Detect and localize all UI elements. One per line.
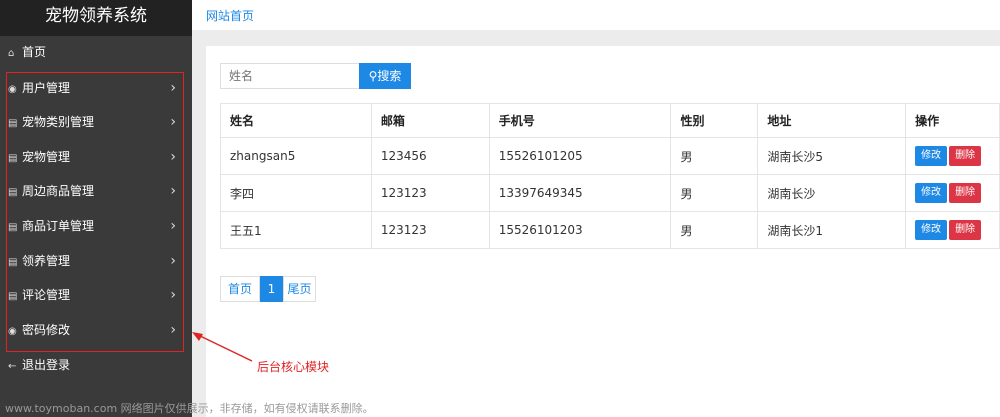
cell-address: 湖南长沙1 xyxy=(757,211,907,249)
search-button[interactable]: ⚲搜索 xyxy=(359,63,411,89)
breadcrumb-home-link[interactable]: 网站首页 xyxy=(206,7,254,24)
content-top-band xyxy=(192,30,1000,46)
cell-email: 123123 xyxy=(370,211,490,249)
home-icon: ⌂ xyxy=(8,48,15,59)
user-table: 姓名 邮箱 手机号 性别 地址 操作 zhangsan5 123456 1552… xyxy=(220,103,1000,249)
cell-actions: 修改 删除 xyxy=(905,174,1000,212)
name-search-input[interactable] xyxy=(220,63,360,89)
cell-phone: 15526101205 xyxy=(488,137,672,175)
first-page-link[interactable]: 首页 xyxy=(220,276,260,302)
core-module-highlight-box xyxy=(6,72,184,352)
sidebar-item-label: 退出登录 xyxy=(22,358,71,372)
sidebar: 宠物领养系统 ⌂ 首页 ◉ 用户管理 › ▤ 宠物类别管理 › ▤ 宠物管理 › ▤ 周边… xyxy=(0,0,192,417)
last-page-link[interactable]: 尾页 xyxy=(283,276,316,302)
cell-email: 123123 xyxy=(370,174,490,212)
cell-name: zhangsan5 xyxy=(220,137,372,175)
cell-gender: 男 xyxy=(670,137,759,175)
cell-actions: 修改 删除 xyxy=(905,137,1000,175)
arrow-left-icon: ← xyxy=(8,361,17,372)
table-row: 李四 123123 13397649345 男 湖南长沙 修改 删除 xyxy=(220,174,1000,212)
annotation-label: 后台核心模块 xyxy=(257,360,330,374)
search-button-label: 搜索 xyxy=(377,69,402,83)
table-row: zhangsan5 123456 15526101205 男 湖南长沙5 修改删… xyxy=(220,137,1000,175)
cell-address: 湖南长沙 xyxy=(757,174,907,212)
cell-address: 湖南长沙5 xyxy=(757,137,907,175)
app-title: 宠物领养系统 xyxy=(0,0,192,36)
header-gender: 性别 xyxy=(670,103,759,138)
table-row: 王五1 123123 15526101203 男 湖南长沙1 修改 删除 xyxy=(220,211,1000,249)
sidebar-item-home[interactable]: ⌂ 首页 xyxy=(0,37,192,67)
cell-gender: 男 xyxy=(670,174,759,212)
header-email: 邮箱 xyxy=(370,103,490,138)
pagination: 首页 1 尾页 xyxy=(220,276,316,302)
content-left-band xyxy=(192,46,206,417)
header-name: 姓名 xyxy=(220,103,372,138)
top-bar: 网站首页 xyxy=(192,0,1000,30)
header-address: 地址 xyxy=(757,103,907,138)
edit-button[interactable]: 修改 xyxy=(915,183,948,203)
cell-phone: 13397649345 xyxy=(488,174,672,212)
cell-name: 王五1 xyxy=(220,211,372,249)
delete-button[interactable]: 删除 xyxy=(949,146,982,166)
cell-actions: 修改 删除 xyxy=(905,211,1000,249)
watermark-text: www.toymoban.com 网络图片仅供展示，非存储，如有侵权请联系删除。 xyxy=(5,402,374,415)
current-page-button[interactable]: 1 xyxy=(260,276,283,302)
cell-email: 123456 xyxy=(370,137,490,175)
edit-button[interactable]: 修改 xyxy=(915,220,948,240)
header-actions: 操作 xyxy=(905,103,1000,138)
table-header-row: 姓名 邮箱 手机号 性别 地址 操作 xyxy=(220,103,1000,138)
cell-name: 李四 xyxy=(220,174,372,212)
sidebar-item-label: 首页 xyxy=(22,45,47,59)
delete-button[interactable]: 删除 xyxy=(949,183,982,203)
sidebar-item-logout[interactable]: ← 退出登录 xyxy=(0,350,192,380)
cell-phone: 15526101203 xyxy=(488,211,672,249)
header-phone: 手机号 xyxy=(488,103,672,138)
delete-button[interactable]: 删除 xyxy=(949,220,982,240)
cell-gender: 男 xyxy=(670,211,759,249)
edit-button[interactable]: 修改 xyxy=(915,146,948,166)
